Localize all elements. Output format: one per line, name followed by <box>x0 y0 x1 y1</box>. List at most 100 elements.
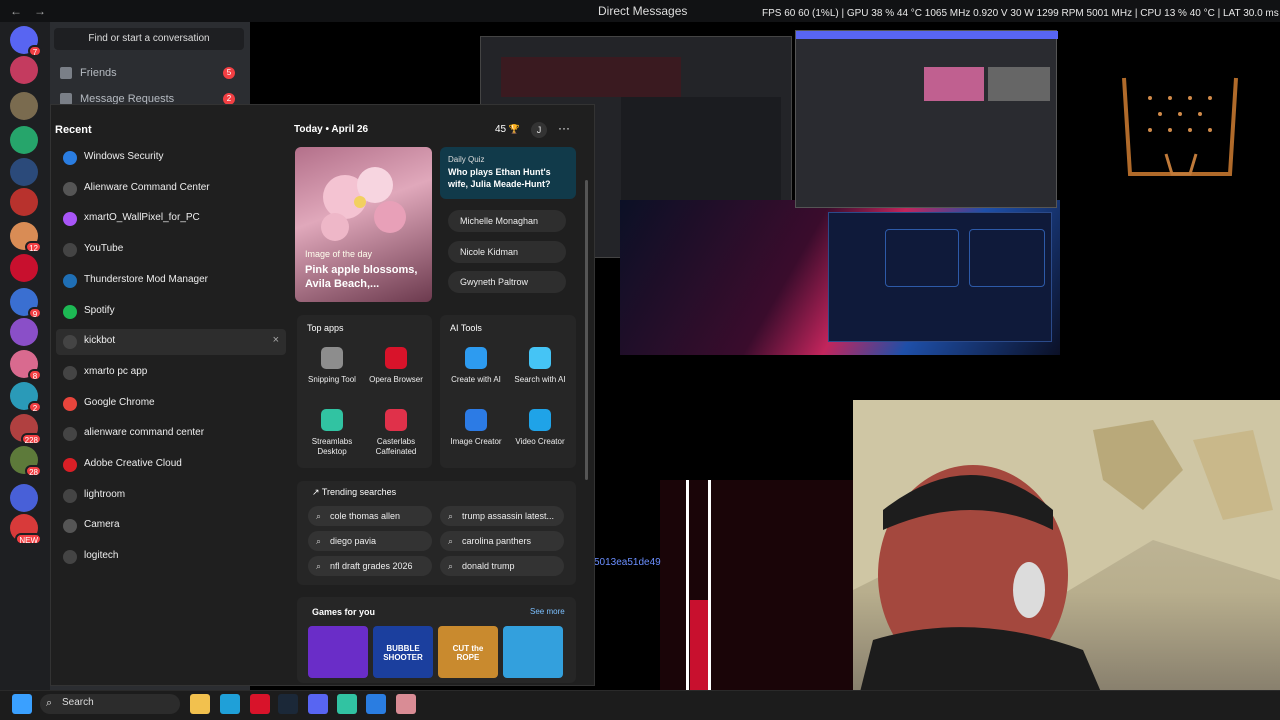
see-more-link[interactable]: See more <box>530 607 565 616</box>
quiz-answer[interactable]: Nicole Kidman <box>448 241 566 263</box>
recent-item[interactable]: lightroom <box>56 483 286 509</box>
recent-item[interactable]: Google Chrome <box>56 391 286 417</box>
file-explorer-icon[interactable] <box>190 694 210 714</box>
game-tile-cut-the-rope[interactable]: CUT the ROPE <box>438 626 498 678</box>
audio-meter-panel <box>660 480 855 720</box>
photos-icon[interactable] <box>366 694 386 714</box>
games-heading: Games for you <box>312 607 376 617</box>
opera-icon[interactable] <box>250 694 270 714</box>
recent-item-label: kickbot <box>84 335 116 347</box>
server-icon-server-ts[interactable] <box>10 158 38 186</box>
top-apps-heading: Top apps <box>307 323 344 333</box>
back-arrow-icon[interactable]: ← <box>10 4 22 18</box>
server-icon-discord-home[interactable]: 7 <box>10 26 42 57</box>
server-icon-server-4[interactable] <box>10 126 38 154</box>
app-icon[interactable] <box>396 694 416 714</box>
search-icon <box>63 488 77 503</box>
recent-item[interactable]: logitech <box>56 544 286 570</box>
server-icon-server-3[interactable] <box>10 92 38 120</box>
points-value: 45 <box>495 124 507 135</box>
app-opera-browser[interactable]: Opera Browser <box>364 347 428 385</box>
trending-search-pill[interactable]: ⌕ diego pavia <box>308 531 432 551</box>
trending-search-pill[interactable]: ⌕ donald trump <box>440 556 564 576</box>
search-icon: ⌕ <box>46 697 53 709</box>
daily-quiz-card[interactable]: Daily Quiz Who plays Ethan Hunt's wife, … <box>440 147 576 199</box>
recent-item[interactable]: Adobe Creative Cloud <box>56 452 286 478</box>
game-tile-bubble-shooter[interactable]: BUBBLE SHOOTER <box>373 626 433 678</box>
recent-item[interactable]: kickbot × <box>56 329 286 356</box>
recent-item[interactable]: xmarto pc app <box>56 360 286 386</box>
app-casterlabs[interactable]: Casterlabs Caffeinated <box>364 409 428 457</box>
top-apps-panel: Top apps Snipping Tool Opera Browser Str… <box>297 315 432 468</box>
recent-item[interactable]: Spotify <box>56 299 286 325</box>
ai-video-creator[interactable]: Video Creator <box>508 409 572 447</box>
trending-search-label: trump assassin latest... <box>462 511 555 521</box>
trending-search-pill[interactable]: ⌕ nfl draft grades 2026 <box>308 556 432 576</box>
server-icon-server-2[interactable] <box>10 56 38 84</box>
image-of-the-day-card[interactable]: Image of the day Pink apple blossoms, Av… <box>295 147 432 302</box>
streamlabs-icon[interactable] <box>337 694 357 714</box>
discord-icon[interactable] <box>308 694 328 714</box>
recent-item[interactable]: Camera <box>56 513 286 539</box>
ai-search[interactable]: Search with AI <box>508 347 572 385</box>
opera-icon <box>385 347 407 369</box>
recent-item[interactable]: Thunderstore Mod Manager <box>56 268 286 294</box>
server-badge: NEW <box>15 533 42 545</box>
trending-search-label: carolina panthers <box>462 536 532 546</box>
server-badge: 228 <box>20 433 42 445</box>
recent-item-label: xmartO_WallPixel_for_PC <box>84 212 200 224</box>
shield-icon <box>63 151 77 165</box>
game-tile-runner-game[interactable] <box>503 626 563 678</box>
recent-item[interactable]: Alienware Command Center <box>56 176 286 202</box>
recent-item[interactable]: Windows Security <box>56 145 286 171</box>
server-icon-server-9[interactable]: 9 <box>10 288 42 319</box>
trending-search-pill[interactable]: ⌕ carolina panthers <box>440 531 564 551</box>
game-title: BUBBLE SHOOTER <box>383 644 423 662</box>
image-creator-icon <box>465 409 487 431</box>
server-icon-server-new[interactable]: NEW <box>10 514 42 545</box>
forward-arrow-icon[interactable]: → <box>34 4 46 18</box>
search-icon: ⌕ <box>448 511 454 521</box>
rewards-points[interactable]: 45 🏆 <box>495 124 520 135</box>
quiz-answer[interactable]: Gwyneth Paltrow <box>448 271 566 293</box>
trending-search-pill[interactable]: ⌕ trump assassin latest... <box>440 506 564 526</box>
ai-create[interactable]: Create with AI <box>444 347 508 385</box>
recent-heading: Recent <box>55 124 92 136</box>
server-icon-server-12[interactable]: 2 <box>10 382 42 413</box>
app-streamlabs[interactable]: Streamlabs Desktop <box>300 409 364 457</box>
ai-tools-panel: AI Tools Create with AI Search with AI I… <box>440 315 576 468</box>
hash-link[interactable]: 5013ea51de49 <box>594 557 661 568</box>
edge-icon[interactable] <box>220 694 240 714</box>
server-icon-server-11[interactable]: 8 <box>10 350 42 381</box>
quiz-answer[interactable]: Michelle Monaghan <box>448 210 566 232</box>
find-conversation-button[interactable]: Find or start a conversation <box>54 28 244 50</box>
server-icon-server-13[interactable]: 228 <box>10 414 42 445</box>
steam-icon[interactable] <box>278 694 298 714</box>
ai-tools-heading: AI Tools <box>450 323 482 333</box>
server-icon-server-megabonk[interactable] <box>10 188 38 216</box>
server-icon-server-14[interactable]: 28 <box>10 446 42 477</box>
avatar[interactable]: J <box>531 122 547 138</box>
recent-item[interactable]: alienware command center <box>56 421 286 447</box>
game-tile-arrow-game[interactable] <box>308 626 368 678</box>
recent-item[interactable]: YouTube <box>56 237 286 263</box>
server-icon-server-10[interactable] <box>10 318 38 346</box>
remove-icon[interactable]: × <box>273 334 279 346</box>
start-icon[interactable] <box>12 694 32 714</box>
trending-search-pill[interactable]: ⌕ cole thomas allen <box>308 506 432 526</box>
more-options-icon[interactable]: ··· <box>558 121 570 135</box>
server-icon-server-7[interactable]: 12 <box>10 222 42 253</box>
server-badge: 9 <box>28 307 42 319</box>
friends-row[interactable]: Friends 5 <box>60 67 235 81</box>
server-icon-server-15[interactable] <box>10 484 38 512</box>
ai-image-creator[interactable]: Image Creator <box>444 409 508 447</box>
trending-arrow-icon: ↗ <box>312 487 320 497</box>
server-icon-server-8[interactable] <box>10 254 38 282</box>
game-title: CUT the ROPE <box>452 644 484 662</box>
search-icon: ⌕ <box>316 536 322 546</box>
app-snipping-tool[interactable]: Snipping Tool <box>300 347 364 385</box>
recent-item[interactable]: xmartO_WallPixel_for_PC <box>56 206 286 232</box>
trending-search-label: diego pavia <box>330 536 377 546</box>
taskbar-search[interactable]: ⌕ <box>40 694 180 714</box>
start-menu-scrollbar[interactable] <box>585 180 588 480</box>
